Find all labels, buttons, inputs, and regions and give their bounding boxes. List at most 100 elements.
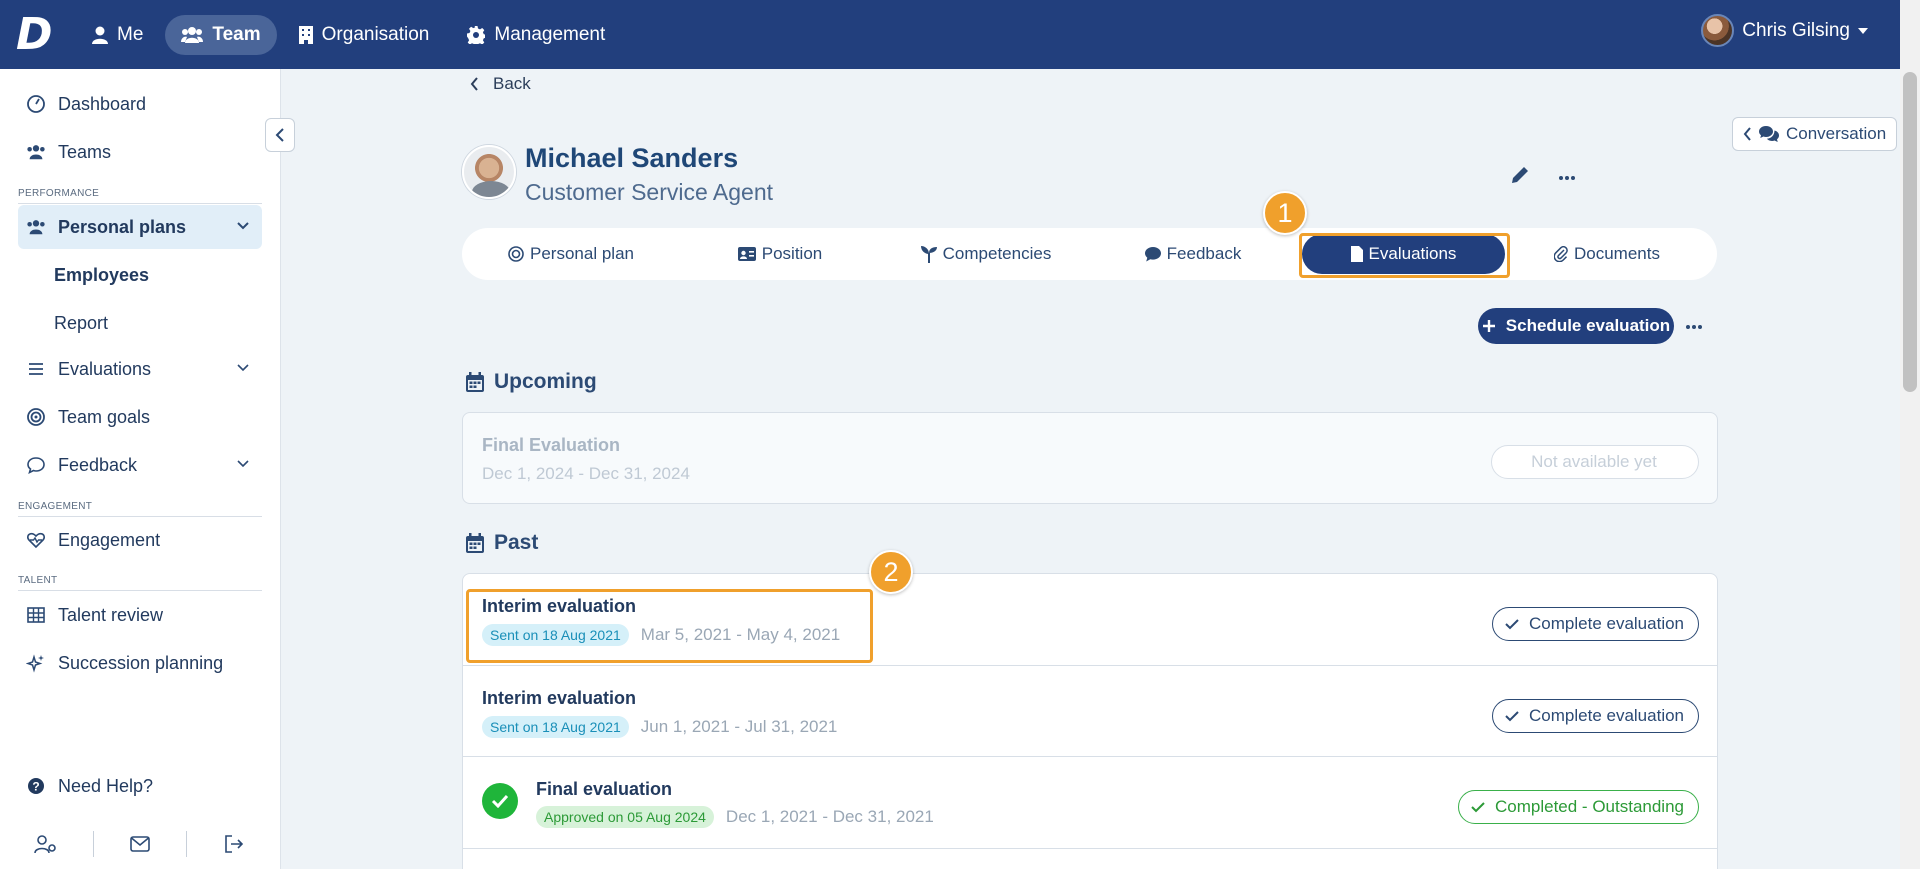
complete-evaluation-button[interactable]: Complete evaluation (1492, 607, 1699, 641)
completed-outstanding-label: Completed - Outstanding (1495, 797, 1684, 816)
sidebar-item-evaluations[interactable]: Evaluations (18, 347, 262, 391)
tab-label: Position (761, 244, 823, 263)
calendar-icon (466, 533, 484, 553)
tab-evaluations[interactable]: Evaluations (1302, 234, 1505, 274)
chevron-down-icon (237, 460, 249, 468)
sidebar-item-label: Dashboard (58, 93, 147, 114)
nav-organisation[interactable]: Organisation (283, 15, 446, 55)
upcoming-evaluation-meta: Dec 1, 2024 - Dec 31, 2024 (482, 464, 690, 484)
nav-organisation-label: Organisation (321, 23, 430, 45)
employee-name: Michael Sanders (525, 143, 739, 173)
svg-text:?: ? (32, 780, 39, 794)
nav-management-label: Management (494, 23, 606, 45)
sidebar-item-feedback[interactable]: Feedback (18, 443, 262, 487)
users-icon (181, 26, 204, 43)
sidebar-bottom-actions (0, 819, 280, 869)
past-evaluation-row[interactable]: Interim evaluation Sent on 18 Aug 2021 J… (462, 665, 1718, 757)
check-icon (1505, 619, 1519, 630)
sidebar-item-engagement[interactable]: Engagement (18, 518, 262, 562)
app-logo[interactable]: D (16, 12, 53, 56)
sidebar-item-label: Engagement (58, 529, 161, 550)
caret-down-icon (1858, 27, 1868, 34)
collapse-sidebar-button[interactable] (265, 118, 295, 152)
back-label: Back (493, 74, 531, 93)
tab-documents[interactable]: Documents (1552, 234, 1662, 274)
evaluation-dates: Dec 1, 2021 - Dec 31, 2021 (725, 807, 934, 826)
question-circle-icon: ? (28, 778, 44, 794)
nav-team-label: Team (212, 23, 261, 45)
scrollbar-thumb[interactable] (1903, 72, 1917, 392)
nav-team[interactable]: Team (165, 14, 277, 55)
ellipsis-icon (1559, 176, 1575, 180)
comment-icon (27, 457, 45, 475)
user-name: Chris Gilsing (1742, 19, 1850, 41)
sidebar-item-label: Personal plans (58, 216, 187, 237)
section-upcoming: Upcoming (466, 370, 597, 394)
chevron-left-icon (275, 128, 284, 142)
page-scrollbar[interactable] (1900, 0, 1920, 869)
paperclip-icon (1554, 246, 1568, 262)
logout-icon (224, 835, 243, 853)
sidebar-item-label: Talent review (58, 604, 164, 625)
sidebar-item-label: Need Help? (58, 775, 154, 796)
evaluation-title: Final evaluation (536, 779, 673, 799)
profile-more-button[interactable] (1558, 165, 1576, 185)
schedule-evaluation-button[interactable]: Schedule evaluation (1478, 308, 1674, 344)
chevron-left-icon (470, 77, 478, 91)
id-card-icon (737, 247, 756, 261)
grid-table-icon (27, 607, 45, 623)
section-past-title: Past (494, 531, 539, 554)
sidebar-need-help[interactable]: ? Need Help? (18, 764, 262, 808)
chevron-left-icon (1743, 127, 1751, 141)
envelope-icon (130, 836, 150, 852)
tab-competencies[interactable]: Competencies (918, 234, 1054, 274)
messages-button[interactable] (94, 824, 187, 864)
past-evaluation-row[interactable]: Final evaluation Approved on 05 Aug 2024… (462, 756, 1718, 849)
back-link[interactable]: Back (470, 74, 531, 94)
sidebar-item-teams[interactable]: Teams (18, 130, 262, 174)
completed-check-icon (482, 783, 518, 819)
conversation-button[interactable]: Conversation (1732, 117, 1897, 151)
nav-me[interactable]: Me (76, 15, 159, 55)
complete-evaluation-button[interactable]: Complete evaluation (1492, 699, 1699, 733)
user-menu[interactable]: Chris Gilsing (1701, 14, 1868, 47)
chevron-down-icon (237, 222, 249, 230)
user-settings-button[interactable] (0, 824, 93, 864)
sparkles-icon (26, 654, 44, 673)
sidebar-item-succession-planning[interactable]: Succession planning (18, 641, 262, 685)
tab-label: Documents (1574, 244, 1660, 263)
sidebar-item-personal-plans[interactable]: Personal plans (18, 205, 262, 249)
check-icon (1471, 802, 1485, 813)
past-evaluation-row[interactable]: Interim evaluation Sent on 18 Aug 2021 M… (462, 573, 1718, 666)
target-icon (508, 246, 524, 262)
evaluation-dates: Mar 5, 2021 - May 4, 2021 (640, 625, 841, 644)
sidebar-sub-report[interactable]: Report (54, 313, 108, 334)
sidebar-item-team-goals[interactable]: Team goals (18, 395, 262, 439)
step-badge-2: 2 (869, 550, 913, 594)
completed-outstanding-button[interactable]: Completed - Outstanding (1458, 790, 1699, 824)
tab-feedback[interactable]: Feedback (1142, 234, 1244, 274)
user-avatar (1701, 14, 1735, 47)
person-icon (92, 26, 108, 44)
nav-management[interactable]: Management (451, 15, 621, 55)
logout-button[interactable] (187, 824, 280, 864)
tab-label: Evaluations (1368, 244, 1457, 263)
sidebar-item-label: Teams (58, 141, 112, 162)
tab-personal-plan[interactable]: Personal plan (505, 234, 637, 274)
edit-profile-button[interactable] (1510, 165, 1530, 190)
users-icon (27, 145, 45, 160)
sidebar-sub-employees[interactable]: Employees (54, 265, 149, 286)
evaluations-more-button[interactable] (1685, 314, 1703, 334)
pencil-icon (1512, 167, 1528, 183)
gear-icon (467, 25, 486, 44)
profile-tabs (462, 228, 1717, 280)
complete-evaluation-label: Complete evaluation (1529, 614, 1684, 633)
main-nav: Me Team Organisation Management (76, 14, 621, 55)
upcoming-evaluation-title: Final Evaluation (482, 435, 621, 455)
sent-badge: Sent on 18 Aug 2021 (482, 624, 629, 646)
evaluation-meta: Sent on 18 Aug 2021 Mar 5, 2021 - May 4,… (482, 624, 840, 646)
tab-position[interactable]: Position (730, 234, 830, 274)
sidebar-item-talent-review[interactable]: Talent review (18, 593, 262, 637)
tab-label: Competencies (942, 244, 1052, 263)
sidebar-item-dashboard[interactable]: Dashboard (18, 82, 262, 126)
